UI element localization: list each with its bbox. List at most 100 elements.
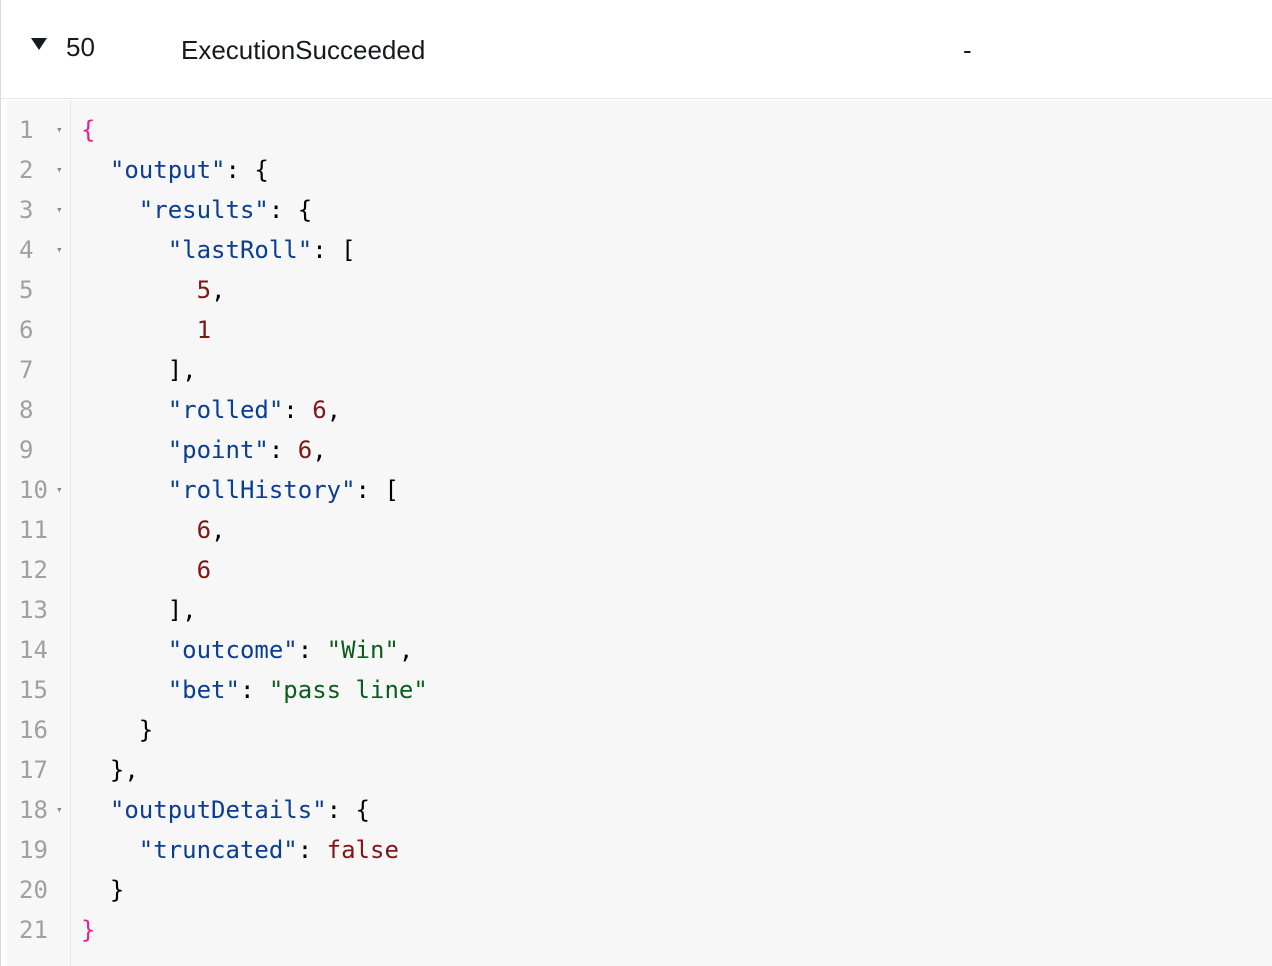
gutter-line: 20 xyxy=(7,870,71,910)
gutter-line: 3 ▾ xyxy=(7,190,71,230)
json-punct-token: , xyxy=(326,396,342,424)
gutter-line: 16 xyxy=(7,710,71,750)
gutter-line: 17 xyxy=(7,750,71,790)
gutter-line: 10 ▾ xyxy=(7,470,71,510)
line-number: 19 xyxy=(19,836,48,864)
line-number: 15 xyxy=(19,676,48,704)
json-punct-token: : [ xyxy=(355,476,399,504)
code-line: 6, xyxy=(81,510,226,550)
line-number: 21 xyxy=(19,916,48,944)
json-key-token: "rollHistory" xyxy=(167,476,356,504)
code-line: ], xyxy=(81,350,197,390)
code-line: "point": 6, xyxy=(81,430,327,470)
json-bool-token: false xyxy=(326,836,399,864)
json-string-token: "Win" xyxy=(326,636,399,664)
line-number: 18 xyxy=(19,796,48,824)
event-id: 50 xyxy=(66,32,95,62)
code-line: 6 xyxy=(81,550,211,590)
fold-arrow-icon[interactable]: ▾ xyxy=(56,790,63,830)
json-punct-token: : xyxy=(283,396,313,424)
line-number: 7 xyxy=(19,356,34,384)
code-line: "outputDetails": { xyxy=(81,790,370,830)
gutter-line: 2 ▾ xyxy=(7,150,71,190)
json-punct-token: } xyxy=(138,716,154,744)
json-key-token: "outputDetails" xyxy=(109,796,327,824)
gutter-line: 5 xyxy=(7,270,71,310)
json-root-token: { xyxy=(81,116,96,144)
json-key-token: "point" xyxy=(167,436,269,464)
gutter-line: 14 xyxy=(7,630,71,670)
json-punct-token: : xyxy=(268,436,298,464)
fold-arrow-icon[interactable]: ▾ xyxy=(56,110,63,150)
json-punct-token: : { xyxy=(268,196,313,224)
gutter-line: 7 xyxy=(7,350,71,390)
json-key-token: "rolled" xyxy=(167,396,284,424)
event-resource: - xyxy=(963,35,972,65)
json-code-viewer[interactable]: 1 ▾ 2 ▾ 3 ▾ 4 ▾ 5 6 7 8 9 10 ▾ 11 12 13 14 15 16 17 18 ▾ 19 20 21 … xyxy=(7,100,1272,966)
code-line: "bet": "pass line" xyxy=(81,670,428,710)
gutter-line: 8 xyxy=(7,390,71,430)
line-number: 11 xyxy=(19,516,48,544)
code-line: 1 xyxy=(81,310,211,350)
gutter-line: 15 xyxy=(7,670,71,710)
line-number: 17 xyxy=(19,756,48,784)
gutter-line: 19 xyxy=(7,830,71,870)
json-key-token: "truncated" xyxy=(138,836,298,864)
code-line: "rolled": 6, xyxy=(81,390,341,430)
json-key-token: "outcome" xyxy=(167,636,298,664)
code-line: "results": { xyxy=(81,190,312,230)
json-string-token: "pass line" xyxy=(268,676,428,704)
line-number: 16 xyxy=(19,716,48,744)
json-punct-token: , xyxy=(398,636,414,664)
json-punct-token: }, xyxy=(109,756,139,784)
gutter-line: 11 xyxy=(7,510,71,550)
json-number-token: 5 xyxy=(196,276,212,304)
line-number: 9 xyxy=(19,436,34,464)
json-punct-token: : xyxy=(239,676,269,704)
line-number: 2 xyxy=(19,156,34,184)
json-punct-token: : { xyxy=(326,796,371,824)
json-key-token: "results" xyxy=(138,196,269,224)
triangle-down-icon[interactable] xyxy=(29,34,55,60)
gutter-line: 9 xyxy=(7,430,71,470)
line-number: 8 xyxy=(19,396,34,424)
json-punct-token: : xyxy=(297,636,327,664)
json-root-token: } xyxy=(81,916,96,944)
json-punct-token: ], xyxy=(167,356,197,384)
json-key-token: "lastRoll" xyxy=(167,236,313,264)
code-line: "rollHistory": [ xyxy=(81,470,399,510)
gutter-line: 21 xyxy=(7,910,71,950)
line-number: 6 xyxy=(19,316,34,344)
line-number: 20 xyxy=(19,876,48,904)
json-key-token: "bet" xyxy=(167,676,240,704)
fold-arrow-icon[interactable]: ▾ xyxy=(56,230,63,270)
event-type: ExecutionSucceeded xyxy=(181,35,426,65)
code-line: ], xyxy=(81,590,197,630)
fold-arrow-icon[interactable]: ▾ xyxy=(56,470,63,510)
line-number: 1 xyxy=(19,116,34,144)
json-punct-token: , xyxy=(211,516,226,544)
code-line: { xyxy=(81,110,95,150)
fold-arrow-icon[interactable]: ▾ xyxy=(56,150,63,190)
fold-arrow-icon[interactable]: ▾ xyxy=(56,190,63,230)
json-punct-token: : { xyxy=(225,156,269,184)
json-punct-token: , xyxy=(211,276,226,304)
event-row-header[interactable]: 50 ExecutionSucceeded - xyxy=(1,0,1272,99)
code-line: } xyxy=(81,710,153,750)
line-number-gutter: 1 ▾ 2 ▾ 3 ▾ 4 ▾ 5 6 7 8 9 10 ▾ 11 12 13 14 15 16 17 18 ▾ 19 20 21 xyxy=(7,100,71,966)
line-number: 4 xyxy=(19,236,34,264)
code-line: }, xyxy=(81,750,139,790)
